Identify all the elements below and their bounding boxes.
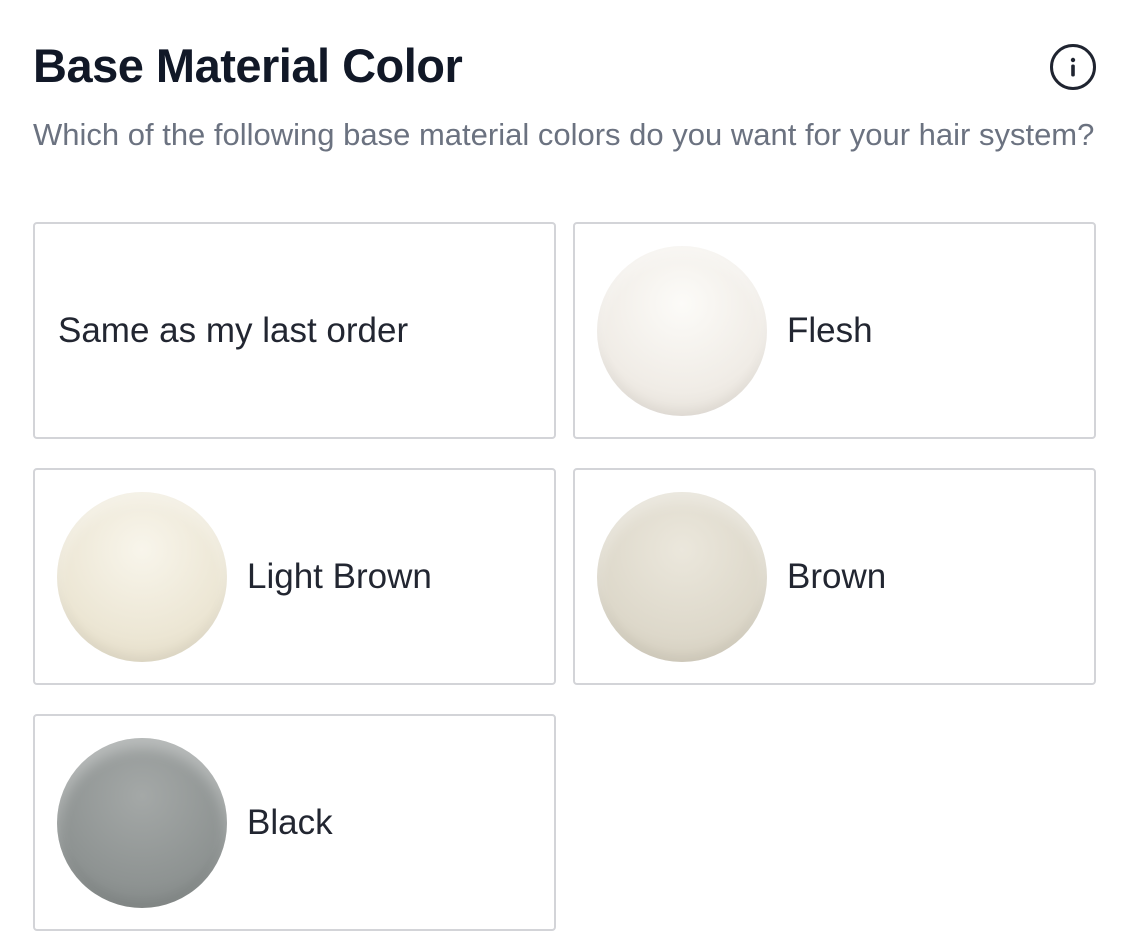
option-label: Flesh: [787, 310, 873, 350]
brown-swatch: [597, 491, 767, 662]
color-options-grid: Same as my last order Flesh Light Brown …: [33, 222, 1096, 931]
option-light-brown[interactable]: Light Brown: [33, 468, 556, 685]
info-icon[interactable]: [1050, 44, 1096, 90]
option-label: Brown: [787, 556, 887, 596]
option-flesh[interactable]: Flesh: [573, 222, 1096, 439]
light-brown-swatch: [57, 491, 227, 662]
base-material-color-panel: Base Material Color Which of the followi…: [33, 0, 1096, 931]
section-title: Base Material Color: [33, 39, 463, 92]
flesh-swatch: [597, 245, 767, 416]
option-label: Same as my last order: [58, 310, 409, 350]
option-label: Black: [247, 802, 333, 842]
option-same-as-last-order[interactable]: Same as my last order: [33, 222, 556, 439]
section-question: Which of the following base material col…: [33, 117, 1095, 152]
section-header: Base Material Color: [33, 0, 1096, 100]
black-swatch: [57, 737, 227, 908]
option-black[interactable]: Black: [33, 714, 556, 931]
option-brown[interactable]: Brown: [573, 468, 1096, 685]
option-label: Light Brown: [247, 556, 432, 596]
